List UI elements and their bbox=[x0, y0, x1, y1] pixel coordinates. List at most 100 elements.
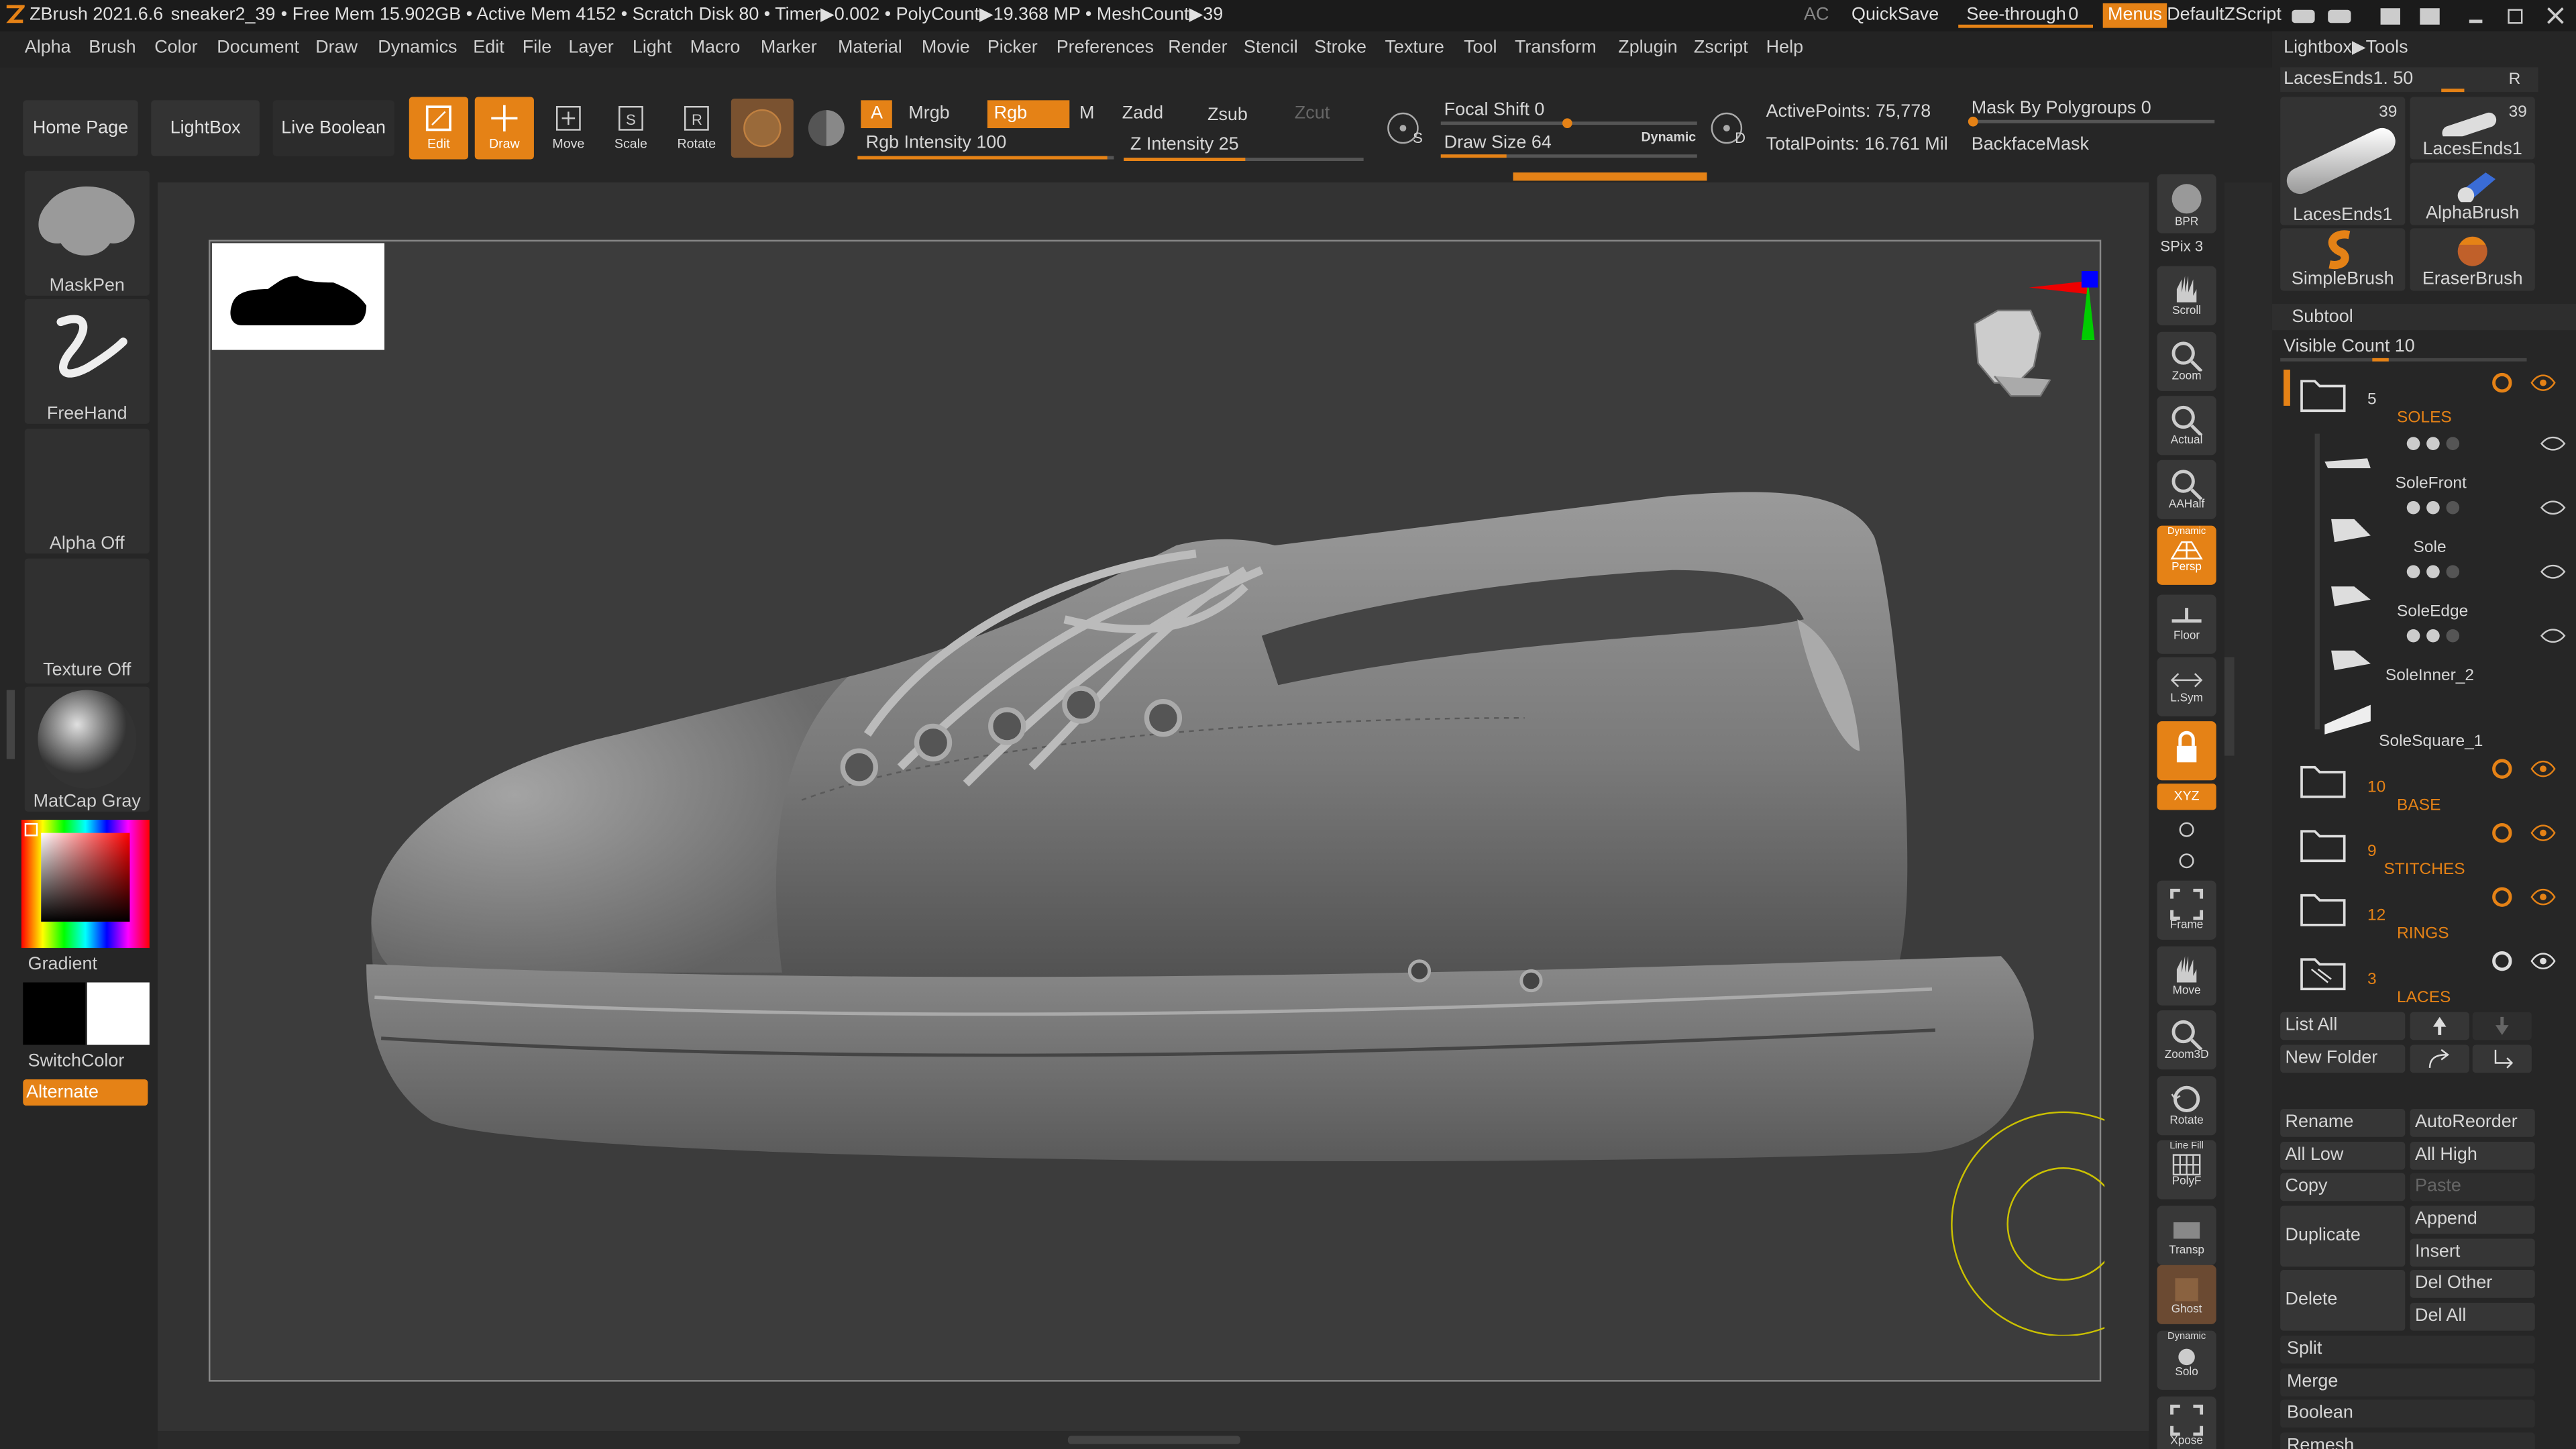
draw-mode-button[interactable]: Draw bbox=[474, 97, 534, 160]
menu-zplugin[interactable]: Zplugin bbox=[1618, 39, 1677, 58]
menu-stroke[interactable]: Stroke bbox=[1314, 39, 1366, 58]
persp-button[interactable]: Dynamic Persp bbox=[2157, 525, 2216, 585]
spix-label[interactable]: SPix 3 bbox=[2160, 239, 2203, 255]
all-high-button[interactable]: All High bbox=[2410, 1142, 2535, 1170]
all-low-button[interactable]: All Low bbox=[2280, 1142, 2406, 1170]
secondary-color-swatch[interactable] bbox=[87, 982, 150, 1045]
zsub-toggle[interactable]: Zsub bbox=[1208, 106, 1248, 125]
subtool-folder-base[interactable]: 10 BASE bbox=[2295, 754, 2558, 816]
mask-by-polygroups-slider[interactable] bbox=[1968, 116, 2215, 127]
gradient-sphere-icon[interactable] bbox=[805, 107, 848, 150]
menu-help[interactable]: Help bbox=[1766, 39, 1803, 58]
ghost-button[interactable]: Ghost bbox=[2157, 1265, 2216, 1324]
stroke-slot[interactable]: FreeHand bbox=[24, 299, 150, 424]
gear-eye-icons[interactable] bbox=[2489, 885, 2558, 908]
split-section[interactable]: Split bbox=[2280, 1336, 2535, 1364]
menu-stencil[interactable]: Stencil bbox=[1244, 39, 1298, 58]
rotation-axis-icons[interactable] bbox=[2174, 818, 2200, 874]
alternate-button[interactable]: Alternate bbox=[23, 1079, 148, 1106]
gear-eye-icons[interactable] bbox=[2489, 821, 2558, 844]
rename-button[interactable]: Rename bbox=[2280, 1109, 2406, 1137]
subtool-folder-laces[interactable]: 3 LACES bbox=[2295, 947, 2558, 1009]
bpr-button[interactable]: BPR bbox=[2157, 174, 2216, 233]
gear-eye-icons[interactable] bbox=[2489, 371, 2558, 394]
actual-button[interactable]: Actual bbox=[2157, 396, 2216, 455]
primary-color-swatch[interactable] bbox=[23, 982, 86, 1045]
list-all-button[interactable]: List All bbox=[2280, 1012, 2406, 1040]
lsym-button[interactable]: L.Sym bbox=[2157, 657, 2216, 716]
gyro-circle-icon[interactable] bbox=[1948, 1106, 2105, 1336]
menu-material[interactable]: Material bbox=[838, 39, 902, 58]
edit-mode-button[interactable]: Edit bbox=[409, 97, 468, 160]
backface-mask-button[interactable]: BackfaceMask bbox=[1972, 136, 2089, 154]
polyf-button[interactable]: Line Fill PolyF bbox=[2157, 1140, 2216, 1199]
tool-thumb-alphabrush[interactable]: AlphaBrush bbox=[2410, 162, 2535, 225]
menu-tool[interactable]: Tool bbox=[1464, 39, 1497, 58]
menu-alpha[interactable]: Alpha bbox=[25, 39, 71, 58]
r-button[interactable]: R bbox=[2509, 72, 2521, 89]
xpose-button[interactable]: Xpose bbox=[2157, 1396, 2216, 1449]
duplicate-button[interactable]: Duplicate bbox=[2280, 1205, 2406, 1267]
material-swatch[interactable] bbox=[731, 98, 794, 158]
menu-preferences[interactable]: Preferences bbox=[1057, 39, 1154, 58]
texture-slot[interactable]: Texture Off bbox=[24, 558, 150, 684]
del-all-button[interactable]: Del All bbox=[2410, 1303, 2535, 1331]
copy-button[interactable]: Copy bbox=[2280, 1173, 2406, 1201]
lightbox-tools-header[interactable]: Lightbox▶Tools bbox=[2284, 39, 2408, 58]
new-folder-button[interactable]: New Folder bbox=[2280, 1044, 2406, 1073]
boolean-section[interactable]: Boolean bbox=[2280, 1399, 2535, 1428]
color-square[interactable] bbox=[41, 833, 130, 922]
alpha-slot[interactable]: Alpha Off bbox=[24, 429, 150, 554]
autoreorder-button[interactable]: AutoReorder bbox=[2410, 1109, 2535, 1137]
left-tray-handle[interactable] bbox=[6, 690, 15, 759]
scroll-button[interactable]: Scroll bbox=[2157, 266, 2216, 325]
move-up-button[interactable] bbox=[2410, 1012, 2469, 1040]
move-into-button[interactable] bbox=[2410, 1044, 2469, 1073]
live-boolean-button[interactable]: Live Boolean bbox=[272, 100, 394, 156]
menu-movie[interactable]: Movie bbox=[922, 39, 970, 58]
zoom-button[interactable]: Zoom bbox=[2157, 331, 2216, 391]
quicksave-button[interactable]: QuickSave bbox=[1851, 6, 1939, 25]
visible-count-slider[interactable] bbox=[2280, 358, 2527, 362]
subtool-visibility-icons[interactable] bbox=[2404, 564, 2568, 580]
sneaker-model[interactable] bbox=[210, 241, 2102, 1383]
paste-button[interactable]: Paste bbox=[2410, 1173, 2535, 1201]
menu-file[interactable]: File bbox=[523, 39, 551, 58]
menu-light[interactable]: Light bbox=[633, 39, 672, 58]
subtool-visibility-icons[interactable] bbox=[2404, 435, 2568, 451]
menu-texture[interactable]: Texture bbox=[1385, 39, 1444, 58]
m-toggle[interactable]: M bbox=[1079, 105, 1094, 123]
rgb-toggle[interactable]: Rgb bbox=[987, 100, 1070, 129]
switch-color-button[interactable]: SwitchColor bbox=[28, 1051, 125, 1071]
bottom-tray-handle[interactable] bbox=[1067, 1436, 1240, 1444]
a-toggle[interactable]: A bbox=[861, 100, 893, 129]
menu-marker[interactable]: Marker bbox=[761, 39, 817, 58]
z-intensity-slider[interactable] bbox=[1124, 158, 1364, 162]
rotate-mode-button[interactable]: R Rotate bbox=[667, 97, 726, 159]
color-picker-marker[interactable] bbox=[24, 822, 38, 837]
append-button[interactable]: Append bbox=[2410, 1205, 2535, 1234]
menu-draw[interactable]: Draw bbox=[315, 39, 358, 58]
menu-color[interactable]: Color bbox=[154, 39, 197, 58]
delete-button[interactable]: Delete bbox=[2280, 1270, 2406, 1331]
dynamic-label[interactable]: Dynamic bbox=[1642, 131, 1697, 145]
color-picker[interactable] bbox=[21, 820, 150, 949]
transp-button[interactable]: Transp bbox=[2157, 1205, 2216, 1265]
menu-transform[interactable]: Transform bbox=[1515, 39, 1597, 58]
subtool-visibility-icons[interactable] bbox=[2404, 499, 2568, 515]
tool-thumb-simplebrush[interactable]: SimpleBrush bbox=[2280, 228, 2406, 291]
menu-dynamics[interactable]: Dynamics bbox=[378, 39, 457, 58]
subtool-solefront[interactable]: SoleFront bbox=[2321, 432, 2567, 494]
menu-picker[interactable]: Picker bbox=[987, 39, 1038, 58]
tool-thumb-eraserbrush[interactable]: EraserBrush bbox=[2410, 228, 2535, 291]
default-zscript-button[interactable]: DefaultZScript bbox=[2167, 6, 2282, 25]
remesh-section[interactable]: Remesh bbox=[2280, 1432, 2535, 1449]
rgb-intensity-slider[interactable] bbox=[857, 156, 1114, 160]
gradient-label[interactable]: Gradient bbox=[28, 955, 97, 974]
subtool-soleinner2[interactable]: SoleInner_2 bbox=[2321, 625, 2567, 687]
material-slot[interactable]: MatCap Gray bbox=[24, 686, 150, 812]
menus-button[interactable]: Menus bbox=[2102, 3, 2167, 28]
lightbox-button[interactable]: LightBox bbox=[151, 100, 260, 156]
zoom3d-button[interactable]: Zoom3D bbox=[2157, 1010, 2216, 1070]
subtool-folder-soles[interactable]: 5 SOLES bbox=[2295, 368, 2558, 431]
